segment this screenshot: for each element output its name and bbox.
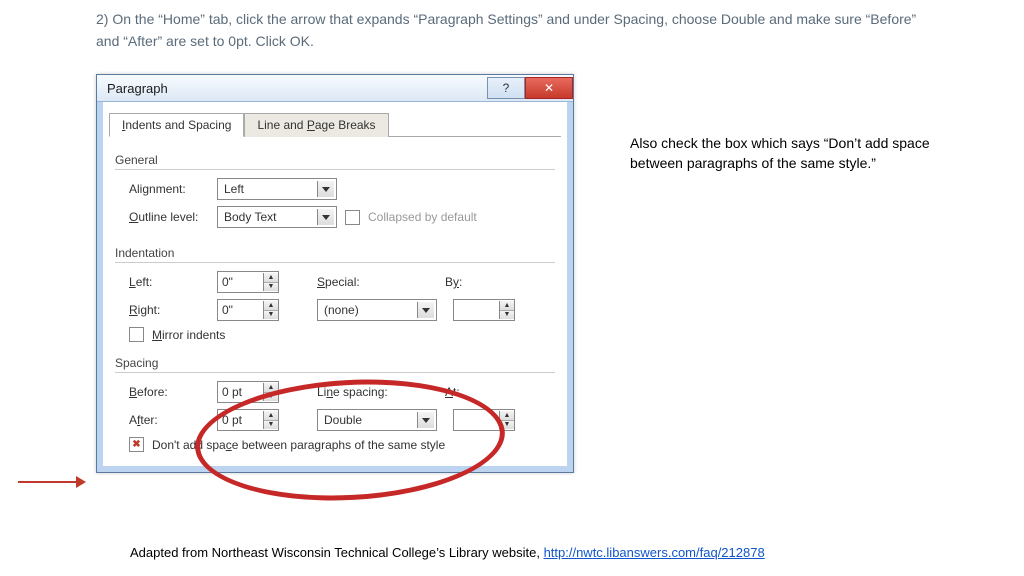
noaddspace-checkbox[interactable]: ✖: [129, 437, 144, 452]
at-label: At:: [445, 385, 475, 399]
linespacing-label: Line spacing:: [317, 385, 401, 399]
after-spin[interactable]: 0 pt ▲▼: [217, 409, 279, 431]
section-general: General: [115, 153, 555, 170]
after-label: After:: [129, 413, 209, 427]
mirror-label: Mirror indents: [152, 328, 225, 342]
close-button[interactable]: ✕: [525, 77, 573, 99]
chevron-down-icon: [317, 209, 334, 225]
linespacing-combo[interactable]: Double: [317, 409, 437, 431]
chevron-down-icon: [317, 181, 334, 197]
collapsed-checkbox: [345, 210, 360, 225]
tab-indents-spacing[interactable]: Indents and Spacing: [109, 113, 244, 137]
by-label: By:: [445, 275, 475, 289]
alignment-combo[interactable]: Left: [217, 178, 337, 200]
right-label: Right:: [129, 303, 209, 317]
at-spin[interactable]: ▲▼: [453, 409, 515, 431]
outline-label: Outline level:: [129, 210, 209, 224]
collapsed-label: Collapsed by default: [368, 210, 477, 224]
chevron-down-icon: [417, 412, 434, 428]
left-spin[interactable]: 0" ▲▼: [217, 271, 279, 293]
help-button[interactable]: ?: [487, 77, 525, 99]
section-indentation: Indentation: [115, 246, 555, 263]
outline-combo[interactable]: Body Text: [217, 206, 337, 228]
before-label: Before:: [129, 385, 209, 399]
credit-link[interactable]: http://nwtc.libanswers.com/faq/212878: [544, 545, 765, 560]
instruction-text: 2) On the “Home” tab, click the arrow th…: [96, 8, 928, 53]
dialog-title: Paragraph: [107, 81, 168, 96]
credit-line: Adapted from Northeast Wisconsin Technic…: [130, 545, 765, 560]
before-spin[interactable]: 0 pt ▲▼: [217, 381, 279, 403]
by-spin[interactable]: ▲▼: [453, 299, 515, 321]
special-label: Special:: [317, 275, 377, 289]
left-label: Left:: [129, 275, 209, 289]
tab-line-page-breaks[interactable]: Line and Page Breaks: [244, 113, 388, 137]
special-combo[interactable]: (none): [317, 299, 437, 321]
noaddspace-label: Don't add space between paragraphs of th…: [152, 438, 445, 452]
alignment-label: Alignment:: [129, 182, 209, 196]
paragraph-dialog: Paragraph ? ✕ Indents and Spacing Line a…: [96, 74, 574, 473]
section-spacing: Spacing: [115, 356, 555, 373]
side-note: Also check the box which says “Don’t add…: [630, 134, 950, 173]
annotation-arrow: [18, 481, 84, 483]
mirror-checkbox[interactable]: [129, 327, 144, 342]
right-spin[interactable]: 0" ▲▼: [217, 299, 279, 321]
titlebar[interactable]: Paragraph ? ✕: [97, 75, 573, 102]
chevron-down-icon: [417, 302, 434, 318]
